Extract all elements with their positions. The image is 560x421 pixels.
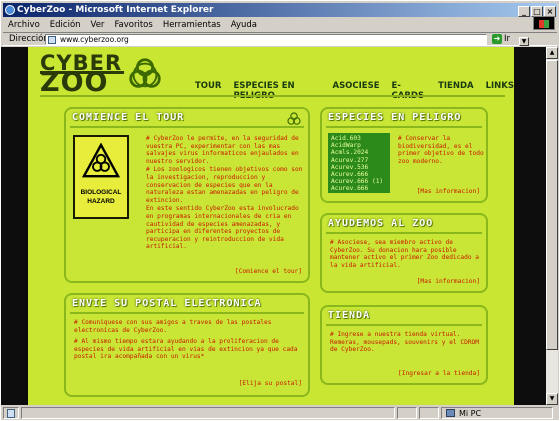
nav-asociese[interactable]: ASOCIESE — [332, 81, 379, 101]
page-icon — [48, 36, 56, 44]
postal-heading: ENVIE SU POSTAL ELECTRONICA — [72, 298, 262, 309]
species-item[interactable]: Acurev.666 — [331, 171, 387, 178]
address-label: Dirección — [9, 34, 49, 44]
help-heading-line — [326, 232, 482, 234]
badge-hazard: HAZARD — [87, 198, 115, 205]
help-text: # Asociese, sea miembro activo de CyberZ… — [330, 239, 480, 269]
site-logo[interactable]: CYBER ZOO — [40, 51, 180, 98]
logo-zoo: ZOO — [40, 67, 109, 98]
computer-icon — [446, 409, 455, 417]
status-page-icon — [3, 407, 19, 419]
status-zone: Mi PC — [441, 407, 553, 419]
tour-heading-line — [70, 126, 304, 128]
postal-panel: ENVIE SU POSTAL ELECTRONICA # Comuniques… — [64, 293, 310, 397]
address-input[interactable]: www.cyberzoo.org ▼ — [45, 34, 529, 46]
menu-favoritos[interactable]: Favoritos — [109, 20, 157, 30]
menu-edicion[interactable]: Edición — [45, 20, 86, 30]
status-text — [21, 407, 395, 419]
menu-ver[interactable]: Ver — [86, 20, 110, 30]
species-item[interactable]: Acurev.666 (1) — [331, 178, 387, 185]
nav-ecards[interactable]: E-CARDS — [392, 81, 427, 101]
address-dropdown-icon[interactable]: ▼ — [519, 37, 529, 46]
scroll-up-icon[interactable]: ▲ — [546, 47, 558, 59]
cyberzoo-page: CYBER ZOO TOUR ESPECIES EN PELIGRO ASOCI… — [28, 47, 514, 405]
postal-link[interactable]: [Elija su postal] — [239, 380, 302, 387]
shop-link[interactable]: [Ingresar a la tienda] — [398, 370, 480, 377]
species-panel: ESPECIES EN PELIGRO Acid.603 AcidWarp Ac… — [320, 107, 488, 203]
menu-herramientas[interactable]: Herramientas — [158, 20, 226, 30]
species-item[interactable]: AcidWarp — [331, 142, 387, 149]
status-cell — [397, 407, 417, 419]
species-item[interactable]: Acurev.536 — [331, 164, 387, 171]
tour-heading: COMIENCE EL TOUR — [72, 112, 185, 123]
help-heading: AYUDEMOS AL ZOO — [328, 218, 434, 229]
go-label: Ir — [504, 34, 511, 44]
go-arrow-icon: ➜ — [492, 34, 502, 44]
biohazard-triangle-icon — [82, 143, 120, 178]
species-heading-line — [326, 126, 482, 128]
postal-paragraph-1: # Comuniquese con sus amigos a traves de… — [74, 319, 272, 334]
address-url: www.cyberzoo.org — [60, 35, 129, 44]
ie-icon — [5, 5, 15, 15]
small-biohazard-icon — [287, 112, 301, 125]
species-link[interactable]: [Mas informacion] — [417, 188, 480, 195]
nav-especies[interactable]: ESPECIES EN PELIGRO — [233, 81, 320, 101]
species-heading: ESPECIES EN PELIGRO — [328, 112, 462, 123]
tour-paragraph-1: # CyberZoo le permite, en la seguridad d… — [146, 135, 299, 165]
nav-links[interactable]: LINKS — [486, 81, 514, 101]
nav-tienda[interactable]: TIENDA — [438, 81, 474, 101]
species-text: # Conservar la biodiversidad, es el prim… — [398, 135, 484, 165]
address-bar: Dirección www.cyberzoo.org ▼ ➜ Ir — [3, 32, 557, 46]
status-bar: Mi PC — [3, 406, 557, 420]
tour-link[interactable]: [Comience el tour] — [235, 268, 302, 275]
shop-panel: TIENDA # Ingrese a nuestra tienda virtua… — [320, 305, 488, 385]
species-item[interactable]: Acid.603 — [331, 135, 387, 142]
windows-logo-icon — [533, 16, 555, 30]
species-item[interactable]: Acurev.666 — [331, 185, 387, 192]
page-viewport: CYBER ZOO TOUR ESPECIES EN PELIGRO ASOCI… — [1, 47, 546, 405]
tour-paragraph-3: En este sentido CyberZoo esta involucrad… — [146, 205, 299, 251]
nav-divider — [40, 95, 505, 97]
go-button[interactable]: ➜ Ir — [492, 34, 510, 44]
title-bar[interactable]: CyberZoo - Microsoft Internet Explorer _… — [3, 3, 557, 17]
menu-bar: Archivo Edición Ver Favoritos Herramient… — [3, 18, 557, 32]
status-cell — [419, 407, 439, 419]
window-title: CyberZoo - Microsoft Internet Explorer — [17, 5, 214, 15]
shop-heading-line — [326, 324, 482, 326]
menu-archivo[interactable]: Archivo — [3, 20, 45, 30]
nav-tour[interactable]: TOUR — [195, 81, 221, 101]
minimize-button[interactable]: _ — [518, 6, 530, 17]
vertical-scrollbar[interactable]: ▲ ▼ — [546, 47, 558, 405]
species-list: Acid.603 AcidWarp Acmls.2024 Acurev.277 … — [328, 133, 390, 193]
menu-ayuda[interactable]: Ayuda — [226, 20, 262, 30]
biohazard-badge: BIOLOGICAL HAZARD — [73, 135, 129, 219]
postal-heading-line — [70, 312, 304, 314]
tour-text: # CyberZoo le permite, en la seguridad d… — [146, 135, 306, 251]
main-nav: TOUR ESPECIES EN PELIGRO ASOCIESE E-CARD… — [195, 81, 514, 101]
scroll-thumb[interactable] — [546, 60, 558, 350]
postal-paragraph-2: # Al mismo tiempo estara ayudando a la p… — [74, 338, 298, 361]
tour-panel: COMIENCE EL TOUR BIOLOGICAL HAZARD # Cyb… — [64, 107, 310, 283]
badge-biological: BIOLOGICAL — [80, 189, 122, 196]
help-link[interactable]: [Mas informacion] — [417, 278, 480, 285]
species-item[interactable]: Acurev.277 — [331, 157, 387, 164]
biohazard-icon — [129, 58, 161, 88]
scroll-down-icon[interactable]: ▼ — [546, 393, 558, 405]
browser-window: CyberZoo - Microsoft Internet Explorer _… — [0, 0, 560, 421]
help-panel: AYUDEMOS AL ZOO # Asociese, sea miembro … — [320, 213, 488, 293]
shop-text: # Ingrese a nuestra tienda virtual. Reme… — [330, 331, 480, 354]
tour-paragraph-2: # Los zoologicos tienen objetivos como s… — [146, 166, 303, 204]
postal-text: # Comuniquese con sus amigos a traves de… — [74, 319, 306, 361]
shop-heading: TIENDA — [328, 310, 371, 321]
status-zone-label: Mi PC — [459, 408, 482, 418]
species-item[interactable]: Acmls.2024 — [331, 149, 387, 156]
